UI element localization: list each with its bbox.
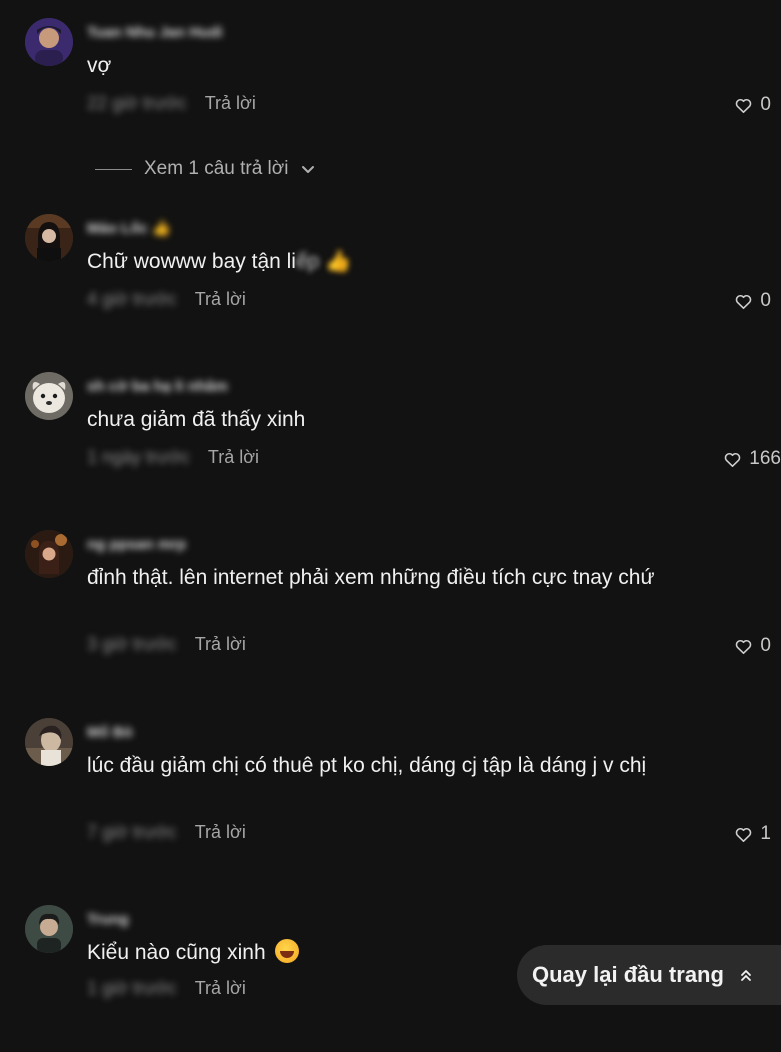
comment-meta: 3 giờ trước Trả lời bbox=[87, 633, 246, 655]
like-count: 0 bbox=[760, 290, 771, 311]
avatar[interactable] bbox=[25, 718, 73, 766]
like-button[interactable]: 0 bbox=[734, 94, 771, 116]
like-button[interactable]: 0 bbox=[734, 290, 771, 312]
heart-outline-icon bbox=[725, 452, 741, 467]
comment-time: 3 giờ trước bbox=[87, 634, 177, 654]
avatar[interactable] bbox=[25, 372, 73, 420]
comment-meta: 22 giờ trước Trả lời bbox=[87, 92, 256, 114]
heart-outline-icon bbox=[736, 98, 752, 113]
like-button[interactable]: 166 bbox=[723, 448, 781, 470]
comment-time: 22 giờ trước bbox=[87, 93, 187, 113]
reply-button[interactable]: Trả lời bbox=[205, 92, 256, 114]
comment-username[interactable]: Trung bbox=[87, 912, 129, 928]
comments-panel: Tuan Nhu Jan Hudi vợ 22 giờ trước Trả lờ… bbox=[0, 0, 781, 1052]
comment-username[interactable]: Mổ Bò bbox=[87, 725, 133, 741]
avatar[interactable] bbox=[25, 214, 73, 262]
reply-button[interactable]: Trả lời bbox=[195, 633, 246, 655]
laughing-emoji-icon bbox=[275, 939, 300, 963]
comment-text: Chữ wowww bay tận liếp 👍 bbox=[87, 247, 687, 277]
comment-time: 1 ngày trước bbox=[87, 447, 190, 467]
comment-time: 7 giờ trước bbox=[87, 822, 177, 842]
heart-outline-icon bbox=[736, 294, 752, 309]
comment-username[interactable]: Tuan Nhu Jan Hudi bbox=[87, 25, 223, 41]
comment-text: lúc đầu giảm chị có thuê pt ko chị, dáng… bbox=[87, 754, 647, 777]
like-button[interactable]: 1 bbox=[734, 823, 771, 845]
avatar[interactable] bbox=[25, 530, 73, 578]
divider bbox=[95, 168, 132, 170]
comment-meta: 1 ngày trước Trả lời bbox=[87, 446, 259, 468]
heart-outline-icon bbox=[736, 827, 752, 842]
comment-username[interactable]: ng ppsan mrp bbox=[87, 537, 186, 553]
chevron-down-icon bbox=[302, 166, 315, 173]
blurred-emoji: 👍 bbox=[325, 250, 352, 273]
comment-meta: 1 giờ trước Trả lời bbox=[87, 977, 246, 999]
like-count: 1 bbox=[760, 823, 771, 844]
comment-text: vợ bbox=[87, 54, 112, 77]
reply-button[interactable]: Trả lời bbox=[208, 446, 259, 468]
back-to-top-button[interactable]: Quay lại đầu trang bbox=[517, 945, 781, 1005]
comment-time: 4 giờ trước bbox=[87, 289, 177, 309]
like-button[interactable]: 0 bbox=[734, 635, 771, 657]
view-replies-button[interactable]: Xem 1 câu trả lời bbox=[95, 158, 316, 180]
view-replies-label: Xem 1 câu trả lời bbox=[144, 158, 289, 179]
avatar[interactable] bbox=[25, 905, 73, 953]
comment-meta: 7 giờ trước Trả lời bbox=[87, 821, 246, 843]
like-count: 166 bbox=[749, 448, 781, 469]
heart-outline-icon bbox=[736, 639, 752, 654]
double-chevron-up-icon bbox=[741, 970, 751, 981]
like-count: 0 bbox=[760, 94, 771, 115]
reply-button[interactable]: Trả lời bbox=[195, 977, 246, 999]
hidden-text: ếp bbox=[295, 250, 320, 273]
comment-time: 1 giờ trước bbox=[87, 978, 177, 998]
like-count: 0 bbox=[760, 635, 771, 656]
comment-text: đỉnh thật. lên internet phải xem những đ… bbox=[87, 566, 655, 589]
avatar[interactable] bbox=[25, 18, 73, 66]
comment-username[interactable]: sh cờ ba hạ li nhâm bbox=[87, 379, 228, 395]
comment-text: chưa giảm đã thấy xinh bbox=[87, 408, 306, 431]
back-to-top-label: Quay lại đầu trang bbox=[532, 962, 724, 987]
reply-button[interactable]: Trả lời bbox=[195, 288, 246, 310]
comment-username[interactable]: Mảo Lốc 👍 bbox=[87, 221, 171, 237]
reply-button[interactable]: Trả lời bbox=[195, 821, 246, 843]
comment-meta: 4 giờ trước Trả lời bbox=[87, 288, 246, 310]
